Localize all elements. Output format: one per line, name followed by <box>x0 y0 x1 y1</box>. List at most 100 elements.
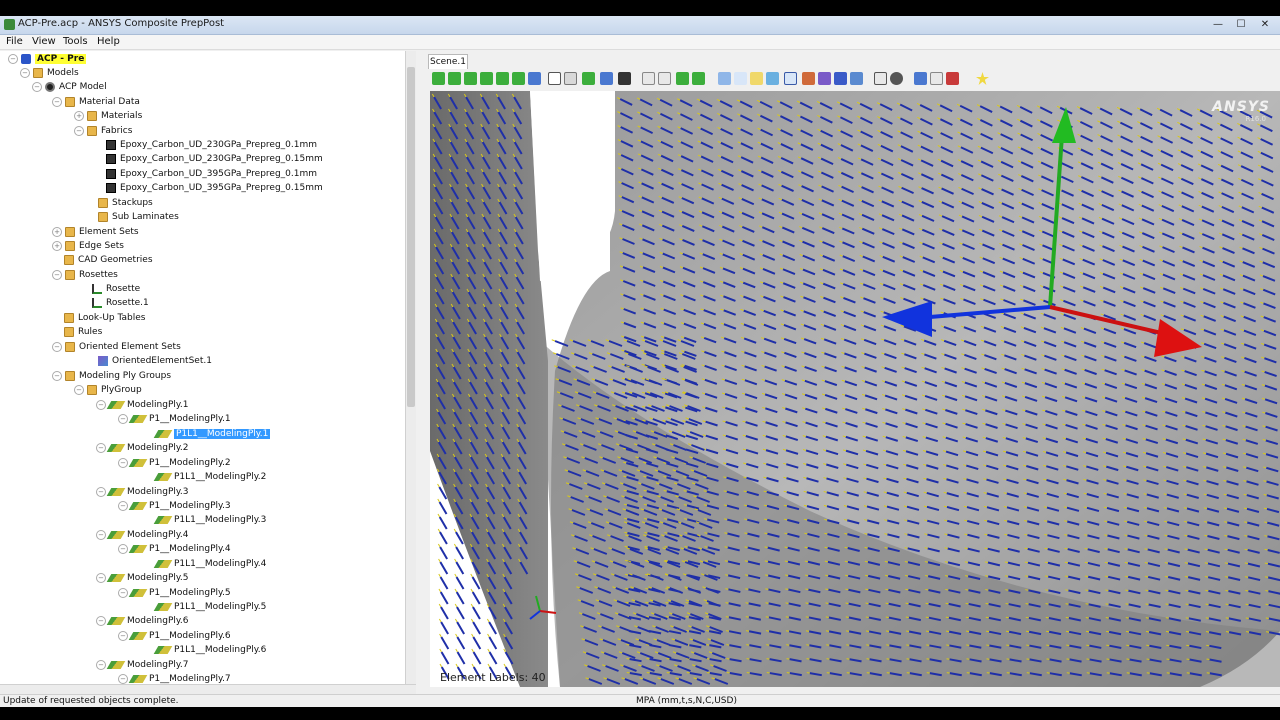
show-rosettes-icon[interactable] <box>692 72 705 85</box>
tree-item-fabric[interactable]: Epoxy_Carbon_UD_395GPa_Prepreg_0.15mm <box>106 181 323 195</box>
collapse-icon[interactable]: − <box>96 400 106 410</box>
collapse-icon[interactable]: − <box>96 573 106 583</box>
tree-item-production-ply[interactable]: − P1__ModelingPly.1 <box>118 412 231 426</box>
tree-item-stackups[interactable]: Stackups <box>86 196 153 210</box>
expand-icon[interactable]: + <box>52 241 62 251</box>
tree-item-production-ply[interactable]: − P1__ModelingPly.7 <box>118 672 231 684</box>
tree-item-analysis-ply[interactable]: P1L1__ModelingPly.6 <box>153 643 266 657</box>
tree-item-analysis-ply[interactable]: P1L1__ModelingPly.1 <box>153 427 271 441</box>
tree-item-fabrics[interactable]: − Fabrics <box>74 124 132 138</box>
layup-icon[interactable] <box>834 72 847 85</box>
tree-item-oriented-element-set[interactable]: OrientedElementSet.1 <box>98 354 212 368</box>
tree-item-edge-sets[interactable]: + Edge Sets <box>52 239 124 253</box>
view-iso-icon[interactable] <box>432 72 445 85</box>
window-close-icon[interactable] <box>946 72 959 85</box>
tree-item-models[interactable]: − Models <box>20 66 79 80</box>
tree-vertical-scrollbar[interactable] <box>405 51 416 684</box>
zoom-fit-icon[interactable] <box>548 72 561 85</box>
show-edges-icon[interactable] <box>658 72 671 85</box>
collapse-icon[interactable]: − <box>52 270 62 280</box>
view-top-icon[interactable] <box>512 72 525 85</box>
collapse-icon[interactable]: − <box>20 68 30 78</box>
scene-canvas[interactable] <box>430 91 1280 687</box>
tree-item-modeling-ply[interactable]: − ModelingPly.7 <box>96 658 189 672</box>
tree-item-material-data[interactable]: − Material Data <box>52 95 140 109</box>
tree-item-fabric[interactable]: Epoxy_Carbon_UD_230GPa_Prepreg_0.15mm <box>106 152 323 166</box>
tree-item-production-ply[interactable]: − P1__ModelingPly.6 <box>118 629 231 643</box>
maximize-button[interactable]: ☐ <box>1230 18 1252 31</box>
fiber-direction-icon[interactable] <box>766 72 779 85</box>
collapse-icon[interactable]: − <box>118 501 128 511</box>
tree-item-modeling-ply[interactable]: − ModelingPly.1 <box>96 398 189 412</box>
tree-item-ply-group[interactable]: − PlyGroup <box>74 383 142 397</box>
draping-icon[interactable] <box>802 72 815 85</box>
pan-icon[interactable] <box>600 72 613 85</box>
menu-file[interactable]: File <box>6 36 23 47</box>
thickness-icon[interactable] <box>818 72 831 85</box>
menu-view[interactable]: View <box>32 36 56 47</box>
collapse-icon[interactable]: − <box>52 97 62 107</box>
highlight-icon[interactable] <box>976 72 989 85</box>
tree-item-modeling-ply[interactable]: − ModelingPly.4 <box>96 528 189 542</box>
menu-help[interactable]: Help <box>97 36 120 47</box>
collapse-icon[interactable]: − <box>96 487 106 497</box>
tree-item-production-ply[interactable]: − P1__ModelingPly.3 <box>118 499 231 513</box>
collapse-icon[interactable]: − <box>74 385 84 395</box>
tree-item-production-ply[interactable]: − P1__ModelingPly.5 <box>118 586 231 600</box>
collapse-icon[interactable]: − <box>118 544 128 554</box>
tree-item-rosettes[interactable]: − Rosettes <box>52 268 118 282</box>
tree-item-production-ply[interactable]: − P1__ModelingPly.2 <box>118 456 231 470</box>
collapse-icon[interactable]: − <box>118 458 128 468</box>
tree-item-rosette[interactable]: Rosette.1 <box>92 296 149 310</box>
window-split-icon[interactable] <box>930 72 943 85</box>
tree-item-root[interactable]: − ACP - Pre <box>8 52 87 66</box>
pick-icon[interactable] <box>784 72 797 85</box>
collapse-icon[interactable]: − <box>118 674 128 684</box>
view-right-icon[interactable] <box>496 72 509 85</box>
collapse-icon[interactable]: − <box>96 530 106 540</box>
orientation-icon[interactable] <box>750 72 763 85</box>
view-front-icon[interactable] <box>448 72 461 85</box>
view-bottom-icon[interactable] <box>528 72 541 85</box>
rotate-icon[interactable] <box>582 72 595 85</box>
tree-item-analysis-ply[interactable]: P1L1__ModelingPly.5 <box>153 600 266 614</box>
collapse-icon[interactable]: − <box>118 588 128 598</box>
window-layout-icon[interactable] <box>914 72 927 85</box>
tree-item-cad-geometries[interactable]: CAD Geometries <box>64 253 153 267</box>
show-plies-icon[interactable] <box>676 72 689 85</box>
legend-icon[interactable] <box>874 72 887 85</box>
tree-item-modeling-ply[interactable]: − ModelingPly.3 <box>96 485 189 499</box>
collapse-icon[interactable]: − <box>96 660 106 670</box>
collapse-icon[interactable]: − <box>96 443 106 453</box>
tree-item-materials[interactable]: + Materials <box>74 109 142 123</box>
minimize-button[interactable]: — <box>1207 18 1229 31</box>
tree-item-rules[interactable]: Rules <box>64 325 102 339</box>
tree-item-oriented-element-sets[interactable]: − Oriented Element Sets <box>52 340 181 354</box>
section-cut-icon[interactable] <box>850 72 863 85</box>
collapse-icon[interactable]: − <box>118 414 128 424</box>
tree-item-analysis-ply[interactable]: P1L1__ModelingPly.4 <box>153 557 266 571</box>
select-elements-icon[interactable] <box>734 72 747 85</box>
collapse-icon[interactable]: − <box>96 616 106 626</box>
tree-item-sub-laminates[interactable]: Sub Laminates <box>86 210 179 224</box>
tree-item-rosette[interactable]: Rosette <box>92 282 140 296</box>
tree-item-element-sets[interactable]: + Element Sets <box>52 225 139 239</box>
view-left-icon[interactable] <box>480 72 493 85</box>
tree-item-analysis-ply[interactable]: P1L1__ModelingPly.2 <box>153 470 266 484</box>
scrollbar-thumb[interactable] <box>407 67 415 407</box>
collapse-icon[interactable]: − <box>118 631 128 641</box>
tree-item-modeling-ply[interactable]: − ModelingPly.5 <box>96 571 189 585</box>
select-nodes-icon[interactable] <box>718 72 731 85</box>
tree-item-modeling-ply[interactable]: − ModelingPly.2 <box>96 441 189 455</box>
tree-item-modeling-ply[interactable]: − ModelingPly.6 <box>96 614 189 628</box>
clock-icon[interactable] <box>890 72 903 85</box>
tree-item-fabric[interactable]: Epoxy_Carbon_UD_230GPa_Prepreg_0.1mm <box>106 138 317 152</box>
tree-item-acp-model[interactable]: − ACP Model <box>32 80 107 94</box>
tree-item-fabric[interactable]: Epoxy_Carbon_UD_395GPa_Prepreg_0.1mm <box>106 167 317 181</box>
zoom-box-icon[interactable] <box>564 72 577 85</box>
show-mesh-icon[interactable] <box>642 72 655 85</box>
menu-tools[interactable]: Tools <box>63 36 88 47</box>
view-back-icon[interactable] <box>464 72 477 85</box>
close-button[interactable]: ✕ <box>1254 18 1276 31</box>
collapse-icon[interactable]: − <box>74 126 84 136</box>
